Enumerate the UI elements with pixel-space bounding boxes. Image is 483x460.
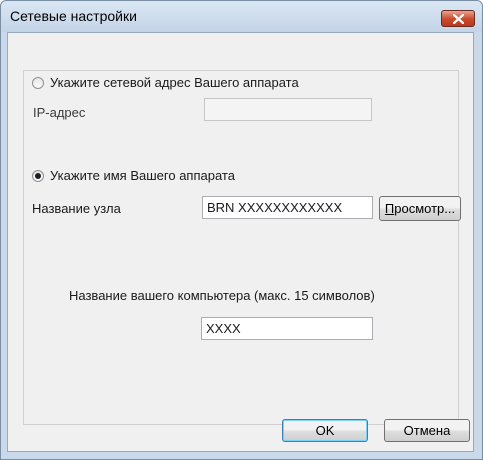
name-option-label: Укажите имя Вашего аппарата [50,168,235,183]
ip-address-field[interactable] [204,98,372,121]
dialog-window: Сетевые настройки Укажите сетевой адрес … [0,0,483,460]
browse-button-mnemonic: П [384,201,395,216]
ip-address-label: IP-адрес [33,105,86,120]
name-option-radio-row[interactable]: Укажите имя Вашего аппарата [32,168,235,183]
window-title: Сетевые настройки [10,8,137,24]
browse-button-label: росмотр... [394,201,456,216]
cancel-button[interactable]: Отмена [384,419,470,442]
node-name-label: Название узла [32,201,121,216]
browse-button[interactable]: Просмотр... [379,196,461,221]
node-name-field[interactable]: BRN XXXXXXXXXXXX [202,196,373,219]
computer-name-field[interactable]: XXXX [201,317,373,340]
address-option-radio-row[interactable]: Укажите сетевой адрес Вашего аппарата [32,75,299,90]
close-icon [453,14,464,24]
address-option-label: Укажите сетевой адрес Вашего аппарата [50,75,299,90]
ok-button[interactable]: OK [282,419,368,442]
address-option-radio[interactable] [32,76,44,89]
close-button[interactable] [441,10,475,27]
title-bar[interactable]: Сетевые настройки [1,1,482,32]
name-option-radio[interactable] [32,169,44,182]
settings-group-box [23,70,459,425]
dialog-client-area: Укажите сетевой адрес Вашего аппарата IP… [7,32,474,452]
computer-name-label: Название вашего компьютера (макс. 15 сим… [69,288,375,303]
